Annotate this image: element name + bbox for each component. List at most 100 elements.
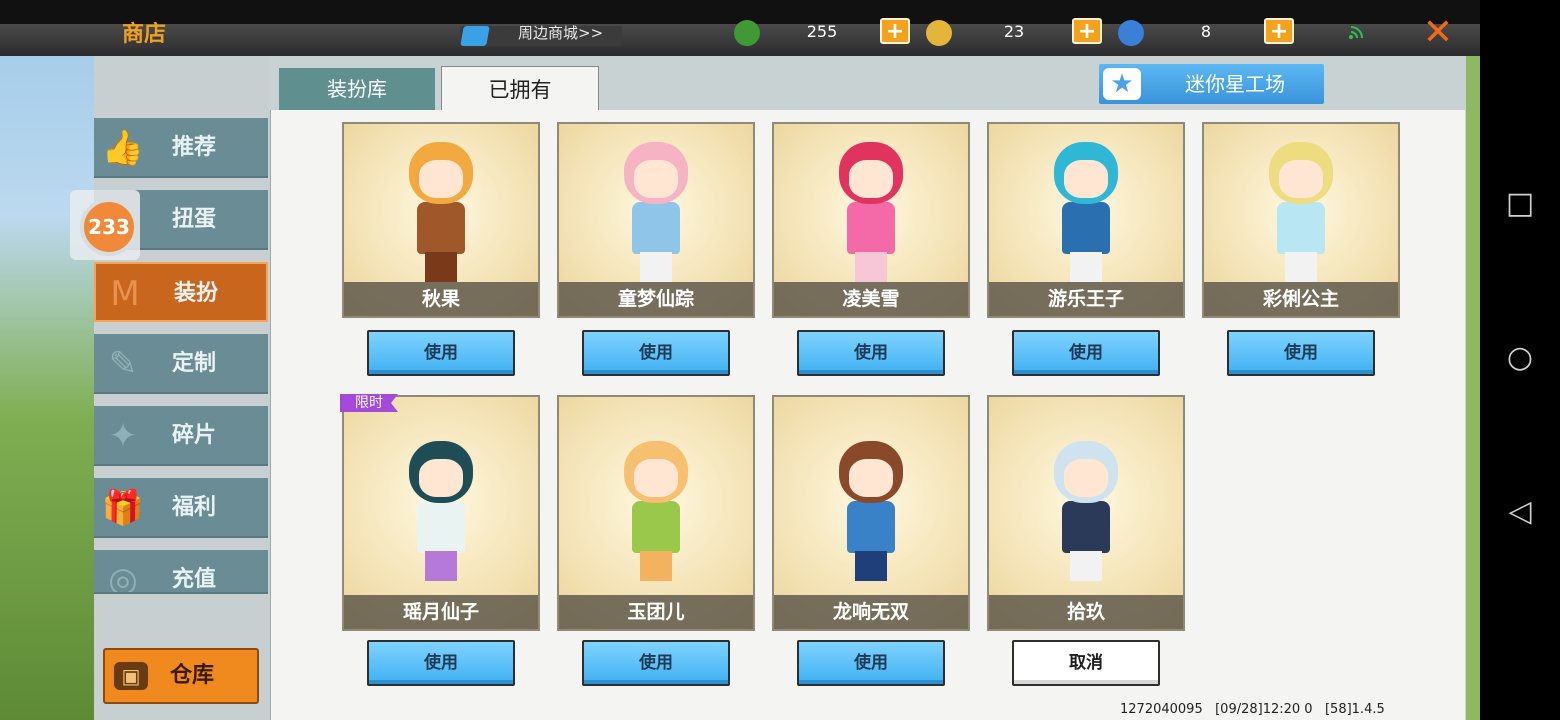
mini-bean-count: 255 [806,22,838,41]
character-face [419,160,463,198]
sidebar-item-label: 定制 [172,351,217,376]
shop-title: 商店 [122,22,167,47]
character-outfit [847,202,895,254]
recent-apps-icon[interactable]: □ [1480,186,1560,221]
mini-coin-icon [926,20,952,46]
outfit-card[interactable]: 龙响无双 [772,395,970,631]
character-legs [640,551,672,581]
sidebar-item-label: 扭蛋 [172,207,217,232]
character-figure [825,437,917,587]
sidebar-item-welfare[interactable]: 🎁 福利 [94,478,268,538]
use-button[interactable]: 使用 [1012,330,1160,376]
gift-icon: 🎁 [101,488,145,528]
character-outfit [1062,501,1110,553]
outfit-name: 游乐王子 [989,282,1183,316]
outfit-card[interactable]: 瑶月仙子 [342,395,540,631]
sidebar-item-recharge[interactable]: ◎ 充值 [94,550,268,594]
use-button[interactable]: 使用 [1227,330,1375,376]
outfit-card[interactable]: 玉团儿 [557,395,755,631]
back-icon[interactable]: ◁ [1480,494,1560,529]
use-button[interactable]: 使用 [797,330,945,376]
star-icon: ★ [1103,68,1141,100]
character-figure [610,138,702,288]
character-face [849,160,893,198]
sidebar-item-custom[interactable]: ✎ 定制 [94,334,268,394]
mini-coin-count: 23 [1003,22,1025,41]
outfit-name: 秋果 [344,282,538,316]
character-face [1064,459,1108,497]
signal-icon [1349,26,1363,39]
outfit-name: 瑶月仙子 [344,595,538,629]
use-button[interactable]: 使用 [367,330,515,376]
outfit-card[interactable]: 秋果 [342,122,540,318]
add-mini-coin-button[interactable]: + [1072,18,1102,44]
cancel-button[interactable]: 取消 [1012,640,1160,686]
outfit-card[interactable]: 拾玖 [987,395,1185,631]
character-outfit [632,501,680,553]
character-face [634,160,678,198]
mini-bean-icon [734,20,760,46]
use-button[interactable]: 使用 [582,330,730,376]
sidebar-item-outfit[interactable]: M 装扮 [94,262,268,322]
gacha-count-badge: 233 [80,198,138,256]
home-icon[interactable]: ○ [1480,340,1560,375]
character-outfit [632,202,680,254]
tab-owned[interactable]: 已拥有 [441,66,599,112]
status-bar [0,0,1480,24]
character-face [419,459,463,497]
sidebar-item-label: 充值 [172,567,217,592]
character-face [634,459,678,497]
character-outfit [1277,202,1325,254]
use-button[interactable]: 使用 [797,640,945,686]
character-figure [825,138,917,288]
shirt-icon: M [110,274,140,314]
sidebar-item-label: 碎片 [172,423,217,448]
character-outfit [417,202,465,254]
game-background-strip [1465,55,1480,720]
outfit-card[interactable]: 凌美雪 [772,122,970,318]
chest-icon: ▣ [114,662,148,690]
character-legs [855,551,887,581]
outfit-name: 龙响无双 [774,595,968,629]
add-mini-bean-button[interactable]: + [880,18,910,44]
outfit-card[interactable]: 童梦仙踪 [557,122,755,318]
character-legs [855,252,887,282]
outfit-name: 凌美雪 [774,282,968,316]
character-legs [1070,551,1102,581]
close-icon[interactable]: ✕ [1418,15,1458,51]
outfit-card[interactable]: 彩俐公主 [1202,122,1400,318]
puzzle-icon: ✦ [108,416,138,456]
use-button[interactable]: 使用 [582,640,730,686]
mini-factory-label[interactable]: 迷你星工场 [1150,64,1320,104]
star-coin-icon [1118,20,1144,46]
add-star-coin-button[interactable]: + [1264,18,1294,44]
limited-time-badge: 限时 [340,394,398,412]
sidebar-item-fragments[interactable]: ✦ 碎片 [94,406,268,466]
character-legs [640,252,672,282]
mall-bag-icon [460,26,490,46]
character-figure [395,437,487,587]
character-face [1064,160,1108,198]
sidebar-item-recommend[interactable]: 👍 推荐 [94,118,268,178]
outfit-name: 童梦仙踪 [559,282,753,316]
star-coin-count: 8 [1200,22,1212,41]
outfit-name: 拾玖 [989,595,1183,629]
outfit-card[interactable]: 游乐王子 [987,122,1185,318]
character-figure [1255,138,1347,288]
tab-outfit-library[interactable]: 装扮库 [279,68,435,110]
sidebar-item-label: 福利 [172,495,217,520]
character-legs [1285,252,1317,282]
coin-stack-icon: ◎ [108,560,138,594]
sidebar-item-label: 推荐 [172,135,217,160]
character-legs [1070,252,1102,282]
outfit-name: 玉团儿 [559,595,753,629]
character-legs [425,551,457,581]
use-button[interactable]: 使用 [367,640,515,686]
merch-mall-label[interactable]: 周边商城>> [518,22,603,43]
thumbs-up-icon: 👍 [101,128,145,168]
pencil-icon: ✎ [108,344,138,384]
character-outfit [1062,202,1110,254]
warehouse-label[interactable]: 仓库 [170,648,214,704]
outfit-name: 彩俐公主 [1204,282,1398,316]
character-outfit [417,501,465,553]
